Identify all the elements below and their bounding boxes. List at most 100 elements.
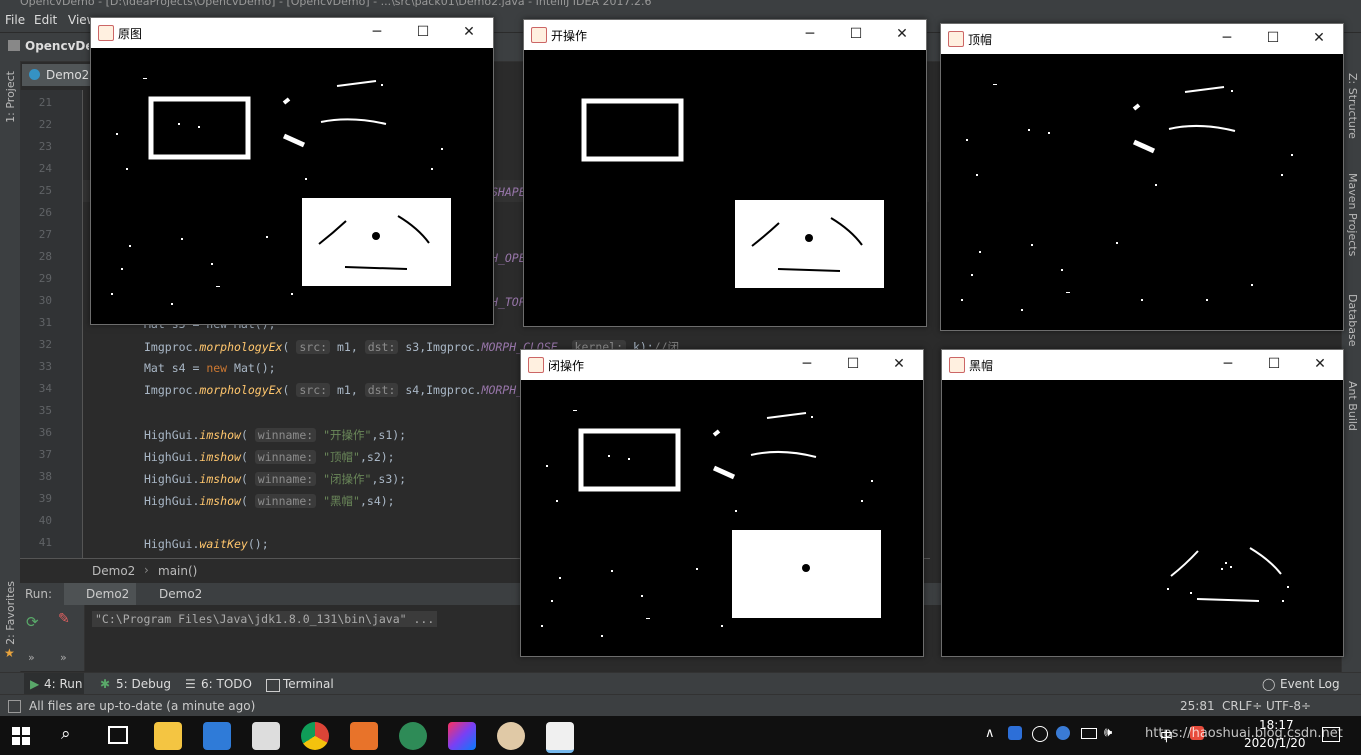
more-icon[interactable]: » bbox=[60, 651, 67, 664]
window-titlebar[interactable]: 黑帽 ─ ☐ ✕ bbox=[942, 350, 1343, 380]
project-name[interactable]: OpencvDemo bbox=[25, 39, 89, 53]
close-button[interactable]: ✕ bbox=[1310, 354, 1330, 374]
line-number: 41 bbox=[38, 536, 52, 549]
notification-icon[interactable] bbox=[1322, 727, 1340, 742]
status-toggle-icon[interactable] bbox=[8, 700, 21, 713]
more-icon[interactable]: » bbox=[28, 651, 35, 664]
close-button[interactable]: ✕ bbox=[1309, 28, 1329, 48]
tray-app-icon[interactable] bbox=[1008, 726, 1022, 740]
battery-icon[interactable] bbox=[1081, 728, 1097, 739]
task-view-icon[interactable] bbox=[108, 726, 128, 744]
line-number: 32 bbox=[38, 338, 52, 351]
close-button[interactable]: ✕ bbox=[459, 22, 479, 42]
mail-icon[interactable] bbox=[252, 722, 280, 750]
sublime-icon[interactable] bbox=[350, 722, 378, 750]
breadcrumb-class[interactable]: Demo2 bbox=[92, 564, 135, 578]
minimize-button[interactable]: ─ bbox=[800, 24, 820, 44]
run-tab-1[interactable]: Demo2 bbox=[64, 583, 136, 605]
window-titlebar[interactable]: 闭操作 ─ ☐ ✕ bbox=[521, 350, 923, 380]
java-icon bbox=[949, 357, 965, 373]
project-tool-tab[interactable]: 1: Project bbox=[4, 71, 17, 123]
run-icon: ▶ bbox=[30, 677, 40, 691]
run-tab-2[interactable]: Demo2 bbox=[137, 583, 209, 605]
minimize-button[interactable]: ─ bbox=[367, 22, 387, 42]
image-canvas bbox=[91, 48, 493, 324]
window-close[interactable]: 闭操作 ─ ☐ ✕ bbox=[520, 349, 924, 657]
ide-title: OpencvDemo - [D:\IdeaProjects\OpencvDemo… bbox=[20, 0, 652, 8]
code-line-33: Mat s4 = new Mat(); bbox=[144, 361, 276, 375]
window-original[interactable]: 原图 ─ ☐ ✕ bbox=[90, 17, 494, 325]
todo-icon: ☰ bbox=[185, 677, 196, 691]
line-number: 21 bbox=[38, 96, 52, 109]
menu-file[interactable]: File bbox=[5, 13, 25, 27]
left-tool-strip: 1: Project 2: Favorites ★ bbox=[0, 61, 21, 696]
minimize-button[interactable]: ─ bbox=[1218, 354, 1238, 374]
rerun-icon[interactable]: ⟳ bbox=[26, 613, 39, 631]
ide-title-bar: OpencvDemo - [D:\IdeaProjects\OpencvDemo… bbox=[0, 0, 1361, 10]
volume-icon[interactable]: 🕪 bbox=[1104, 725, 1112, 740]
favorites-tool-tab[interactable]: 2: Favorites bbox=[4, 581, 17, 645]
maximize-button[interactable]: ☐ bbox=[1264, 354, 1284, 374]
window-titlebar[interactable]: 顶帽 ─ ☐ ✕ bbox=[941, 24, 1343, 54]
file-encoding[interactable]: UTF-8÷ bbox=[1266, 699, 1311, 713]
csdn-watermark: https://haoshuai.blog.csdn.net bbox=[1145, 726, 1343, 741]
java-icon bbox=[98, 25, 114, 41]
line-number: 28 bbox=[38, 250, 52, 263]
intellij-icon[interactable] bbox=[448, 722, 476, 750]
maximize-button[interactable]: ☐ bbox=[843, 354, 863, 374]
ant-build-tool-tab[interactable]: Ant Build bbox=[1346, 381, 1359, 431]
app-icon[interactable] bbox=[399, 722, 427, 750]
status-message: All files are up-to-date (a minute ago) bbox=[29, 699, 256, 713]
tray-chevron-up-icon[interactable]: ∧ bbox=[985, 726, 995, 741]
maximize-button[interactable]: ☐ bbox=[1263, 28, 1283, 48]
minimize-button[interactable]: ─ bbox=[1217, 28, 1237, 48]
run-tool-button[interactable]: 4: Run bbox=[44, 677, 83, 691]
caret-position[interactable]: 25:81 bbox=[1180, 699, 1215, 713]
line-number-gutter: 21 22 23 24 25 26 27 28 29 30 31 32 33 3… bbox=[20, 90, 83, 558]
chrome-icon[interactable] bbox=[301, 722, 329, 750]
window-tophat[interactable]: 顶帽 ─ ☐ ✕ bbox=[940, 23, 1344, 331]
terminal-tool-button[interactable]: Terminal bbox=[283, 677, 334, 691]
file-explorer-icon[interactable] bbox=[154, 722, 182, 750]
line-number: 33 bbox=[38, 360, 52, 373]
todo-tool-button[interactable]: 6: TODO bbox=[201, 677, 252, 691]
clear-icon[interactable]: ✎ bbox=[58, 611, 70, 627]
close-button[interactable]: ✕ bbox=[889, 354, 909, 374]
code-line-36: HighGui.imshow( winname: "开操作",s1); bbox=[144, 428, 407, 442]
menu-view[interactable]: View bbox=[68, 13, 90, 27]
maven-tool-tab[interactable]: Maven Projects bbox=[1346, 173, 1359, 256]
window-titlebar[interactable]: 原图 ─ ☐ ✕ bbox=[91, 18, 493, 48]
java-app-icon[interactable] bbox=[546, 722, 574, 753]
editor-tab-demo2[interactable]: Demo2 bbox=[22, 64, 90, 86]
code-line-38: HighGui.imshow( winname: "闭操作",s3); bbox=[144, 472, 407, 486]
line-number: 29 bbox=[38, 272, 52, 285]
window-open[interactable]: 开操作 ─ ☐ ✕ bbox=[523, 19, 927, 327]
editor-tab-label: Demo2 bbox=[46, 68, 90, 82]
qq-icon[interactable] bbox=[1032, 726, 1048, 742]
windows-start-icon[interactable] bbox=[12, 727, 30, 745]
right-tool-strip: Z: Structure Maven Projects Database Ant… bbox=[1341, 61, 1361, 696]
paint-icon[interactable] bbox=[497, 722, 525, 750]
window-titlebar[interactable]: 开操作 ─ ☐ ✕ bbox=[524, 20, 926, 50]
java-icon bbox=[531, 27, 547, 43]
maximize-button[interactable]: ☐ bbox=[846, 24, 866, 44]
line-separator[interactable]: CRLF÷ bbox=[1222, 699, 1262, 713]
terminal-icon bbox=[266, 679, 280, 692]
debug-tool-button[interactable]: 5: Debug bbox=[116, 677, 171, 691]
search-icon[interactable]: ⌕ bbox=[61, 724, 71, 744]
image-canvas bbox=[941, 54, 1343, 330]
java-icon bbox=[528, 357, 544, 373]
close-result-image bbox=[541, 410, 881, 637]
structure-tool-tab[interactable]: Z: Structure bbox=[1346, 73, 1359, 139]
image-canvas bbox=[942, 380, 1343, 656]
close-button[interactable]: ✕ bbox=[892, 24, 912, 44]
window-blackhat[interactable]: 黑帽 ─ ☐ ✕ bbox=[941, 349, 1344, 657]
event-log-button[interactable]: Event Log bbox=[1280, 677, 1340, 691]
maximize-button[interactable]: ☐ bbox=[413, 22, 433, 42]
minimize-button[interactable]: ─ bbox=[797, 354, 817, 374]
tray-app-icon[interactable] bbox=[1056, 726, 1070, 740]
database-tool-tab[interactable]: Database bbox=[1346, 294, 1359, 347]
breadcrumb-method[interactable]: main() bbox=[158, 564, 197, 578]
menu-edit[interactable]: Edit bbox=[34, 13, 57, 27]
store-icon[interactable] bbox=[203, 722, 231, 750]
